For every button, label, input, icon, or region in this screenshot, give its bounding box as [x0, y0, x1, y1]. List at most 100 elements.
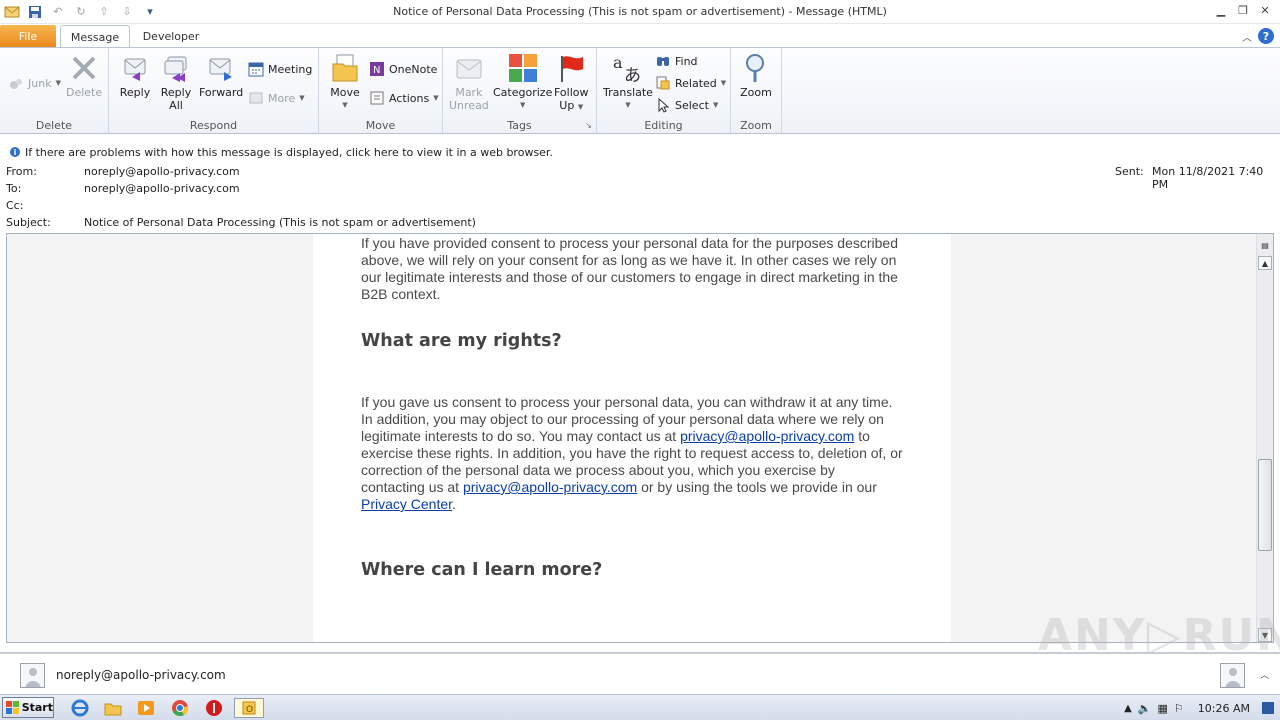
- move-button[interactable]: Move ▼: [329, 52, 361, 112]
- mark-unread-button[interactable]: Mark Unread: [449, 52, 489, 112]
- group-move: Move ▼ N OneNote Actions ▼ Move: [319, 48, 443, 134]
- security-tool-icon[interactable]: [204, 698, 224, 718]
- ribbon-tabs: File Message Developer ︿ ?: [0, 24, 1280, 49]
- privacy-email-link[interactable]: privacy@apollo-privacy.com: [680, 428, 854, 444]
- close-icon[interactable]: ✕: [1258, 1, 1272, 19]
- expand-people-pane-icon[interactable]: ︿: [1260, 668, 1269, 681]
- meeting-calendar-icon: [248, 61, 264, 77]
- group-label-delete: Delete: [35, 119, 73, 132]
- more-icon: [248, 90, 264, 106]
- meeting-button[interactable]: Meeting: [248, 60, 312, 78]
- actions-icon: [369, 90, 385, 106]
- tags-dialog-launcher-icon[interactable]: ↘: [585, 121, 592, 130]
- junk-button[interactable]: Junk ▼: [8, 74, 61, 92]
- paragraph-consent: If you have provided consent to process …: [361, 235, 898, 302]
- privacy-email-link-2[interactable]: privacy@apollo-privacy.com: [463, 479, 637, 495]
- paragraph-rights: If you gave us consent to process your p…: [361, 394, 903, 512]
- zoom-button[interactable]: Zoom: [740, 52, 772, 99]
- related-icon: [655, 75, 671, 91]
- ribbon: Junk ▼ Delete Delete Reply Reply All Forw…: [0, 47, 1280, 134]
- group-label-zoom: Zoom: [740, 119, 772, 132]
- reply-button[interactable]: Reply: [119, 52, 151, 99]
- group-tags: Mark Unread Categorize ▼ Follow Up ▼ Tag…: [443, 48, 597, 134]
- scroll-up-button[interactable]: ▲: [1258, 256, 1272, 270]
- sent-value: Mon 11/8/2021 7:40 PM: [1152, 165, 1264, 191]
- cursor-icon: [655, 97, 671, 113]
- avatar-right[interactable]: [1220, 663, 1245, 688]
- scrollbar-thumb[interactable]: [1258, 459, 1272, 551]
- vertical-scrollbar[interactable]: ▤ ▲ ▼: [1256, 234, 1273, 642]
- message-content-column: If you have provided consent to process …: [313, 234, 951, 642]
- info-bar-text: If there are problems with how this mess…: [25, 145, 553, 159]
- heading-learn-more: Where can I learn more?: [361, 560, 603, 580]
- action-center-flag-icon[interactable]: ⚐: [1174, 702, 1184, 715]
- group-label-move: Move: [365, 119, 396, 132]
- onenote-icon: N: [369, 61, 385, 77]
- more-button[interactable]: More ▼: [248, 89, 305, 107]
- minimize-ribbon-icon[interactable]: ︿: [1242, 29, 1252, 44]
- select-button[interactable]: Select ▼: [655, 96, 718, 114]
- group-editing: aあ Translate ▼ Find Related ▼ Select ▼ Edi…: [597, 48, 731, 134]
- delete-x-icon: [68, 52, 100, 84]
- from-value[interactable]: noreply@apollo-privacy.com: [84, 165, 240, 178]
- translate-icon: aあ: [612, 52, 644, 84]
- svg-text:あ: あ: [624, 66, 641, 84]
- find-button[interactable]: Find: [655, 52, 698, 70]
- magnifier-icon: [740, 52, 772, 84]
- group-respond: Reply Reply All Forward Meeting More ▼ Re…: [109, 48, 319, 134]
- minimize-icon[interactable]: ▁: [1214, 1, 1228, 19]
- svg-text:N: N: [373, 65, 380, 76]
- tab-file[interactable]: File: [0, 25, 56, 48]
- show-hidden-icons-icon[interactable]: ▲: [1124, 703, 1132, 714]
- to-value[interactable]: noreply@apollo-privacy.com: [84, 182, 240, 195]
- tab-developer[interactable]: Developer: [135, 25, 207, 48]
- help-icon[interactable]: ?: [1258, 28, 1274, 44]
- translate-button[interactable]: aあ Translate ▼: [603, 52, 653, 112]
- forward-icon: [205, 52, 237, 84]
- system-tray: ▲ 🔈 ▦ ⚐ 10:26 AM: [1124, 695, 1280, 720]
- reply-all-button[interactable]: Reply All: [160, 52, 192, 112]
- reply-all-icon: [160, 52, 192, 84]
- window-title: Notice of Personal Data Processing (This…: [393, 5, 887, 18]
- internet-explorer-icon[interactable]: [70, 698, 90, 718]
- people-pane-name[interactable]: noreply@apollo-privacy.com: [56, 668, 226, 682]
- actions-button[interactable]: Actions ▼: [369, 89, 439, 107]
- outlook-taskbar-icon[interactable]: O: [234, 698, 264, 718]
- file-explorer-icon[interactable]: [103, 698, 123, 718]
- start-button[interactable]: Start: [2, 697, 54, 718]
- people-pane: noreply@apollo-privacy.com ︿: [0, 652, 1280, 692]
- network-icon[interactable]: ▦: [1158, 702, 1168, 715]
- media-player-icon[interactable]: [136, 698, 156, 718]
- onenote-button[interactable]: N OneNote: [369, 60, 437, 78]
- privacy-center-link[interactable]: Privacy Center: [361, 496, 452, 512]
- subject-value: Notice of Personal Data Processing (This…: [84, 216, 476, 229]
- categorize-button[interactable]: Categorize ▼: [493, 52, 552, 112]
- scroll-options-icon[interactable]: ▤: [1258, 238, 1272, 252]
- cc-label: Cc:: [6, 199, 24, 212]
- window-controls: ▁ ❐ ✕: [1214, 1, 1272, 19]
- forward-button[interactable]: Forward: [199, 52, 243, 99]
- delete-button[interactable]: Delete: [66, 52, 102, 99]
- taskbar: Start O ▲ 🔈 ▦ ⚐ 10:26 AM: [0, 694, 1280, 720]
- tab-message[interactable]: Message: [60, 25, 130, 49]
- show-desktop-button[interactable]: [1262, 702, 1274, 714]
- group-label-tags: Tags: [507, 119, 532, 132]
- message-body-frame[interactable]: If you have provided consent to process …: [6, 233, 1274, 643]
- restore-icon[interactable]: ❐: [1236, 1, 1250, 19]
- chrome-icon[interactable]: [170, 698, 190, 718]
- reply-icon: [119, 52, 151, 84]
- categorize-icon: [507, 52, 539, 84]
- binoculars-icon: [655, 53, 671, 69]
- related-button[interactable]: Related ▼: [655, 74, 726, 92]
- junk-icon: [8, 75, 24, 91]
- speaker-icon[interactable]: 🔈: [1138, 702, 1152, 715]
- follow-up-button[interactable]: Follow Up ▼: [554, 52, 589, 114]
- avatar[interactable]: [20, 663, 45, 688]
- info-bar[interactable]: i If there are problems with how this me…: [0, 143, 1280, 161]
- group-delete: Junk ▼ Delete Delete: [0, 48, 109, 134]
- flag-icon: [555, 52, 587, 84]
- clock[interactable]: 10:26 AM: [1198, 702, 1250, 715]
- group-label-editing: Editing: [644, 119, 683, 132]
- svg-text:a: a: [613, 53, 623, 72]
- group-zoom: Zoom Zoom: [731, 48, 782, 134]
